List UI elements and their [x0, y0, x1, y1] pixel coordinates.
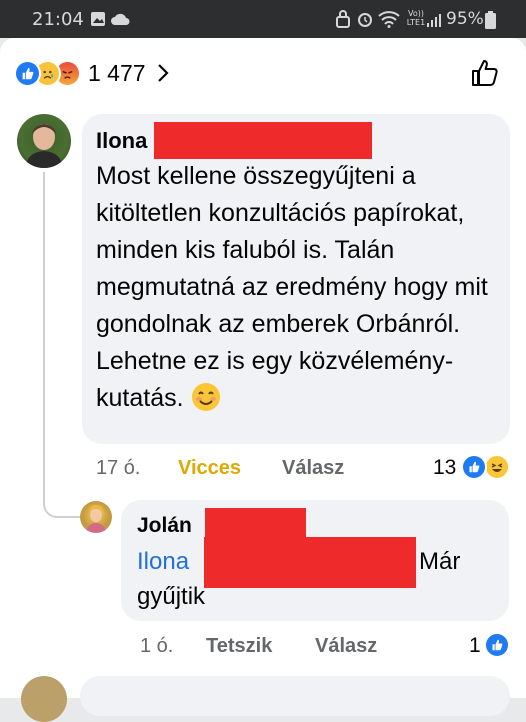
redaction-box: [154, 122, 372, 159]
reply-button[interactable]: Válasz: [282, 457, 344, 480]
chevron-right-icon: [157, 64, 169, 82]
avatar[interactable]: [21, 676, 67, 722]
signal-icon: [427, 14, 441, 27]
battery-percent: 95%: [446, 9, 484, 29]
reaction-button[interactable]: Vicces: [178, 457, 241, 480]
status-time: 21:04: [32, 9, 84, 30]
comment-time: 17 ó.: [96, 457, 141, 479]
status-bar: 21:04 Vo)) LTE1 95%: [0, 0, 526, 38]
alarm-icon: [358, 13, 372, 27]
lock-icon: [336, 10, 350, 28]
reply-time: 1 ó.: [140, 635, 174, 657]
like-button[interactable]: Tetszik: [206, 635, 272, 658]
reply-text: Már: [419, 548, 461, 575]
comment-body: Most kellene összegyűjteni a kitöltetlen…: [96, 162, 488, 412]
reactions-summary[interactable]: 1 477: [14, 58, 174, 88]
redaction-box: [204, 537, 416, 588]
image-icon: [91, 12, 105, 26]
reply-reaction-count[interactable]: 1: [469, 634, 481, 658]
avatar[interactable]: [17, 114, 71, 168]
like-icon: [461, 454, 487, 480]
comment-author[interactable]: Ilona: [96, 128, 147, 154]
comment-text: Most kellene összegyűjteni a kitöltetlen…: [96, 158, 508, 417]
laughing-icon: [484, 454, 510, 480]
like-icon: [14, 59, 41, 87]
like-icon: [484, 632, 510, 658]
comment-bubble: Ilona Most kellene összegyűjteni a kitöl…: [82, 114, 510, 444]
like-thumb-icon[interactable]: [470, 58, 500, 88]
network-label: Vo)) LTE1: [406, 9, 426, 27]
battery-icon: [485, 11, 496, 29]
mention-link[interactable]: Ilona: [137, 548, 189, 576]
reply-author[interactable]: Jolán: [137, 514, 192, 538]
comment-bubble: [80, 676, 510, 716]
avatar[interactable]: [80, 501, 112, 533]
comment-reaction-count[interactable]: 13: [433, 456, 456, 480]
reply-thread-line: [43, 172, 83, 518]
cloud-icon: [111, 13, 130, 25]
wifi-icon: [378, 11, 400, 28]
reply-text-line2: gyűjtik: [137, 583, 206, 610]
reaction-count: 1 477: [88, 59, 146, 86]
reply-button[interactable]: Válasz: [315, 635, 377, 658]
smiling-face-icon: [191, 383, 220, 411]
